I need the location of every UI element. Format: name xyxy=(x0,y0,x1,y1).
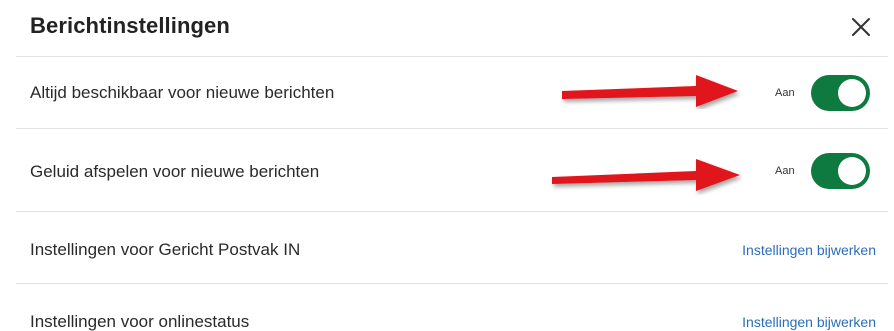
setting-row-always-available: Altijd beschikbaar voor nieuwe berichten… xyxy=(16,56,888,129)
always-available-toggle[interactable] xyxy=(811,75,870,111)
play-sound-toggle[interactable] xyxy=(811,153,870,189)
update-settings-link[interactable]: Instellingen bijwerken xyxy=(742,314,876,330)
setting-label: Altijd beschikbaar voor nieuwe berichten xyxy=(30,83,335,102)
dialog-header: Berichtinstellingen xyxy=(0,0,894,56)
message-settings-dialog: Berichtinstellingen Altijd beschikbaar v… xyxy=(0,0,894,331)
toggle-status-text: Aan xyxy=(775,87,795,99)
close-icon xyxy=(852,18,870,36)
setting-label: Instellingen voor onlinestatus xyxy=(30,312,250,331)
red-arrow-icon xyxy=(552,159,740,191)
dialog-title: Berichtinstellingen xyxy=(30,13,230,38)
setting-row-online-status: Instellingen voor onlinestatus Instellin… xyxy=(16,283,888,331)
setting-label: Instellingen voor Gericht Postvak IN xyxy=(30,240,301,259)
close-button[interactable] xyxy=(848,14,874,40)
toggle-knob xyxy=(838,79,866,107)
setting-label: Geluid afspelen voor nieuwe berichten xyxy=(30,162,320,181)
red-arrow-icon xyxy=(562,75,738,107)
update-settings-link[interactable]: Instellingen bijwerken xyxy=(742,242,876,258)
setting-row-focused-inbox: Instellingen voor Gericht Postvak IN Ins… xyxy=(16,211,888,284)
setting-row-play-sound: Geluid afspelen voor nieuwe berichten Aa… xyxy=(16,128,888,212)
toggle-status-text: Aan xyxy=(775,165,795,177)
toggle-knob xyxy=(838,157,866,185)
